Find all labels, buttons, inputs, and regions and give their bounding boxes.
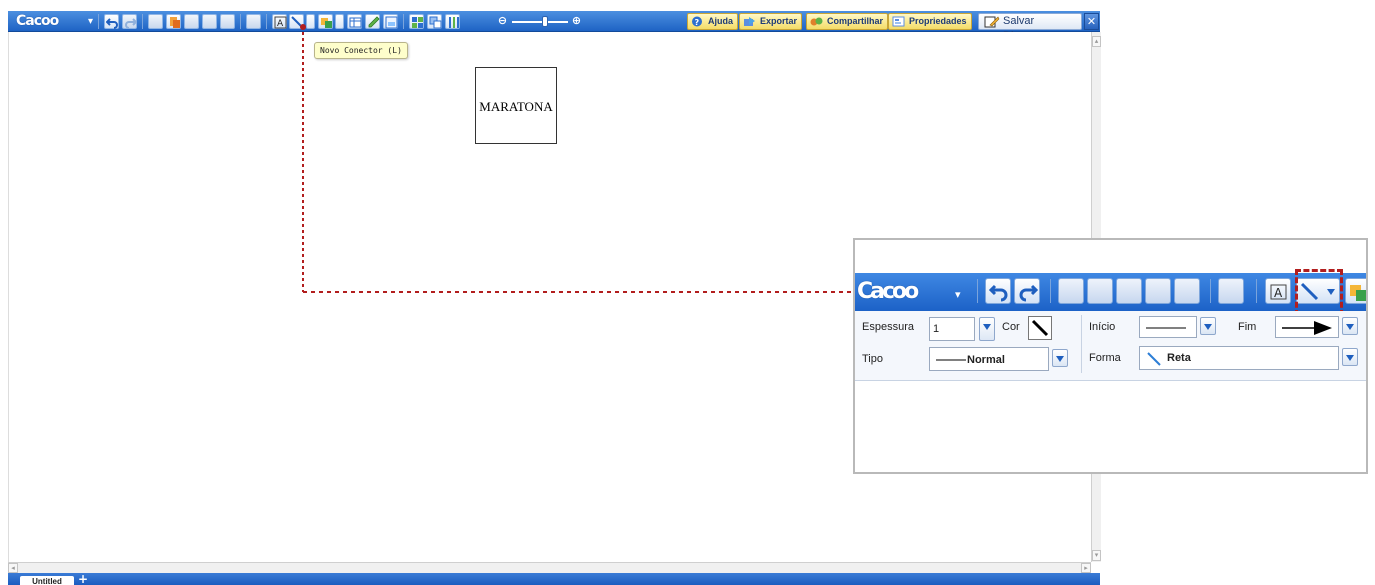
zoomed-toolbar-detail: Cacoo ▾ A Espessura 1 Cor Tipo Normal In…: [853, 238, 1368, 474]
line-color-swatch[interactable]: [1028, 316, 1052, 340]
zoomed-paste-button[interactable]: [1145, 278, 1171, 304]
end-arrow-dropdown-chevron-down-icon[interactable]: [1342, 317, 1358, 335]
page-tabs-bar: Untitled +: [8, 573, 1100, 585]
end-arrow-select[interactable]: [1275, 316, 1339, 338]
add-page-button[interactable]: +: [76, 573, 90, 585]
thickness-label: Espessura: [862, 321, 914, 333]
shape-value: Reta: [1167, 352, 1191, 364]
thickness-value: 1: [933, 323, 940, 335]
zoomed-group-button[interactable]: [1218, 278, 1244, 304]
end-label: Fim: [1238, 321, 1257, 333]
undo-icon: [989, 284, 1008, 302]
color-label: Cor: [1002, 321, 1020, 333]
zoomed-duplicate-button[interactable]: [1174, 278, 1200, 304]
text-icon: A: [1270, 284, 1287, 300]
type-select[interactable]: Normal: [929, 347, 1049, 371]
shape-dropdown-chevron-down-icon[interactable]: [1342, 348, 1358, 366]
shape-label: Forma: [1089, 352, 1121, 364]
zoomed-cut-button[interactable]: [1058, 278, 1084, 304]
panel-separator: [1081, 315, 1082, 373]
toolbar-separator: [1256, 279, 1257, 303]
zoomed-copy-button[interactable]: [1087, 278, 1113, 304]
start-arrow-dropdown-chevron-down-icon[interactable]: [1200, 317, 1216, 335]
toolbar-separator: [1050, 279, 1051, 303]
svg-text:A: A: [1274, 286, 1283, 300]
thickness-stepper[interactable]: [979, 317, 995, 341]
solid-line-icon: [936, 359, 966, 361]
redo-icon: [1019, 284, 1038, 302]
no-arrow-line-icon: [1146, 327, 1186, 329]
connector-properties-panel: Espessura 1 Cor Tipo Normal Início Fim F…: [855, 311, 1366, 381]
shape-select[interactable]: Reta: [1139, 346, 1339, 370]
type-label: Tipo: [862, 353, 883, 365]
page-tab-untitled[interactable]: Untitled: [20, 576, 74, 585]
zoomed-text-tool-button[interactable]: A: [1265, 278, 1291, 304]
start-label: Início: [1089, 321, 1116, 333]
zoomed-logo-chevron-down-icon: ▾: [955, 288, 961, 301]
start-arrow-select[interactable]: [1139, 316, 1197, 338]
connector-highlight-box: [1295, 269, 1343, 316]
zoomed-toolbar: Cacoo ▾ A: [855, 273, 1366, 311]
shapes-icon: [1350, 285, 1366, 301]
toolbar-separator: [1210, 279, 1211, 303]
zoomed-shape-tool-button[interactable]: [1345, 278, 1366, 304]
straight-connector-icon: [1147, 352, 1161, 366]
cacoo-editor: Cacoo ▾ A ⊖ ⊕ ? Ajuda Exportar Compartil…: [0, 0, 1375, 585]
zoomed-delete-button[interactable]: [1116, 278, 1142, 304]
line-color-icon: [1031, 319, 1049, 337]
thickness-input[interactable]: 1: [929, 317, 975, 341]
zoomed-undo-button[interactable]: [985, 278, 1011, 304]
zoomed-cacoo-logo: Cacoo: [857, 279, 919, 304]
toolbar-separator: [977, 279, 978, 303]
type-dropdown-chevron-down-icon[interactable]: [1052, 349, 1068, 367]
zoomed-redo-button[interactable]: [1014, 278, 1040, 304]
type-value: Normal: [967, 354, 1005, 366]
arrow-head-icon: [1282, 321, 1332, 335]
